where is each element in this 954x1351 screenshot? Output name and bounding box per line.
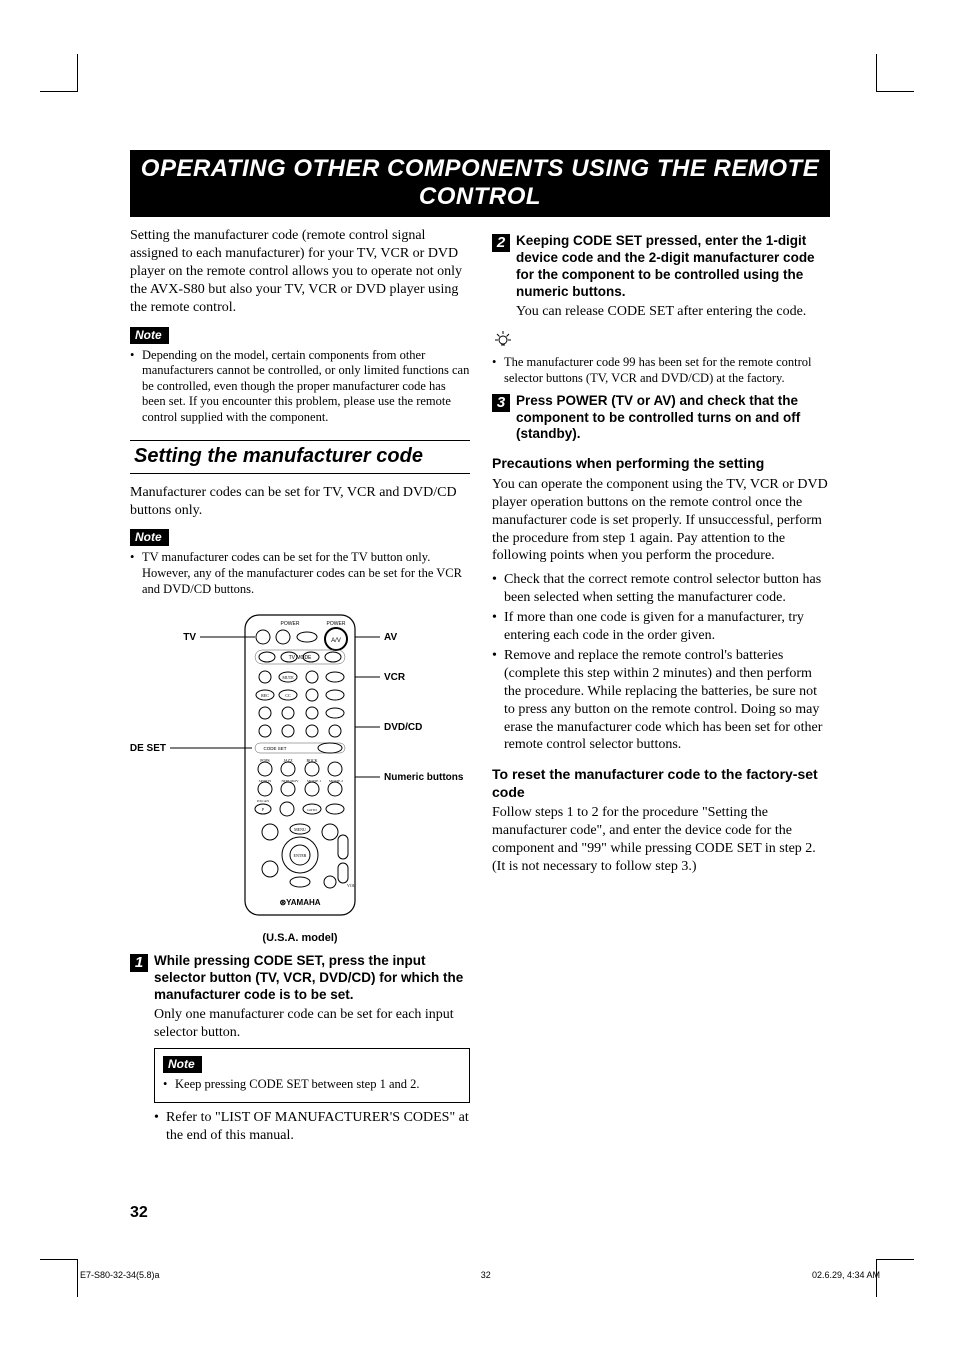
svg-text:MENU: MENU (294, 827, 306, 832)
note-label: Note (130, 529, 169, 546)
step-2-body: You can release CODE SET after entering … (516, 303, 830, 321)
svg-text:POWER: POWER (327, 621, 346, 627)
svg-text:A/V: A/V (331, 638, 341, 644)
svg-text:VCR: VCR (384, 672, 406, 683)
svg-text:Numeric buttons: Numeric buttons (384, 772, 464, 783)
step-1-note-box: Note Keep pressing CODE SET between step… (154, 1048, 470, 1104)
step-number-icon: 2 (492, 234, 510, 252)
svg-text:VOL: VOL (347, 883, 356, 888)
step-2-heading: Keeping CODE SET pressed, enter the 1-di… (516, 233, 830, 301)
svg-text:POWER: POWER (281, 621, 300, 627)
svg-text:P.SCAN: P.SCAN (257, 799, 269, 803)
reset-body: Follow steps 1 to 2 for the procedure "S… (492, 804, 830, 876)
svg-text:GOTO: GOTO (307, 808, 317, 812)
section-heading: Setting the manufacturer code (130, 440, 470, 474)
remote-caption: (U.S.A. model) (130, 932, 470, 944)
intro-paragraph: Setting the manufacturer code (remote co… (130, 227, 470, 317)
footer-page: 32 (481, 1270, 491, 1280)
precaution-item: If more than one code is given for a man… (492, 609, 830, 645)
crop-mark (40, 1259, 78, 1297)
reset-heading: To reset the manufacturer code to the fa… (492, 766, 830, 801)
right-column: 2 Keeping CODE SET pressed, enter the 1-… (492, 227, 830, 1151)
hint-text: The manufacturer code 99 has been set fo… (492, 355, 830, 386)
precaution-item: Remove and replace the remote control's … (492, 647, 830, 754)
step-3: 3 Press POWER (TV or AV) and check that … (492, 393, 830, 444)
step-1-heading: While pressing CODE SET, press the input… (154, 953, 470, 1004)
svg-text:AV: AV (384, 632, 397, 643)
svg-text:⊛YAMAHA: ⊛YAMAHA (279, 898, 320, 907)
remote-illustration: A/V POWER POWER TV MODE MUTE (130, 607, 470, 947)
footer-filename: E7-S80-32-34(5.8)a (80, 1270, 160, 1280)
svg-text:CODE SET: CODE SET (263, 746, 286, 751)
svg-text:CODE SET: CODE SET (130, 743, 166, 754)
note-label: Note (163, 1056, 202, 1073)
step-1: 1 While pressing CODE SET, press the inp… (130, 953, 470, 1004)
step-1-body: Only one manufacturer code can be set fo… (154, 1006, 470, 1042)
step-number-icon: 1 (130, 954, 148, 972)
left-column: Setting the manufacturer code (remote co… (130, 227, 470, 1151)
note-label: Note (130, 327, 169, 344)
section-body: Manufacturer codes can be set for TV, VC… (130, 484, 470, 520)
svg-text:TV MODE: TV MODE (289, 655, 312, 661)
step-2: 2 Keeping CODE SET pressed, enter the 1-… (492, 233, 830, 301)
crop-mark (40, 54, 78, 92)
crop-mark (876, 54, 914, 92)
svg-text:ENTER: ENTER (294, 853, 307, 858)
svg-text:MUTE: MUTE (282, 675, 294, 680)
note-text: TV manufacturer codes can be set for the… (130, 550, 470, 597)
svg-text:DVD/CD: DVD/CD (384, 722, 422, 733)
step-1-note-text: Keep pressing CODE SET between step 1 an… (163, 1077, 461, 1093)
precautions-heading: Precautions when performing the setting (492, 455, 830, 473)
step-1-reference: Refer to "LIST OF MANUFACTURER'S CODES" … (154, 1109, 470, 1145)
precaution-item: Check that the correct remote control se… (492, 571, 830, 607)
step-number-icon: 3 (492, 394, 510, 412)
hint-lightbulb-icon (492, 330, 514, 353)
note-text: Depending on the model, certain componen… (130, 348, 470, 426)
page-title-banner: OPERATING OTHER COMPONENTS USING THE REM… (130, 150, 830, 217)
footer: E7-S80-32-34(5.8)a 32 02.6.29, 4:34 AM (80, 1270, 880, 1280)
svg-text:REC: REC (261, 693, 269, 698)
footer-timestamp: 02.6.29, 4:34 AM (812, 1270, 880, 1280)
precautions-intro: You can operate the component using the … (492, 476, 830, 566)
svg-text:TV: TV (183, 632, 196, 643)
page-number: 32 (130, 1204, 148, 1222)
svg-text:CC: CC (285, 693, 291, 698)
step-3-heading: Press POWER (TV or AV) and check that th… (516, 393, 830, 444)
page-content: OPERATING OTHER COMPONENTS USING THE REM… (130, 150, 830, 1151)
crop-mark (876, 1259, 914, 1297)
